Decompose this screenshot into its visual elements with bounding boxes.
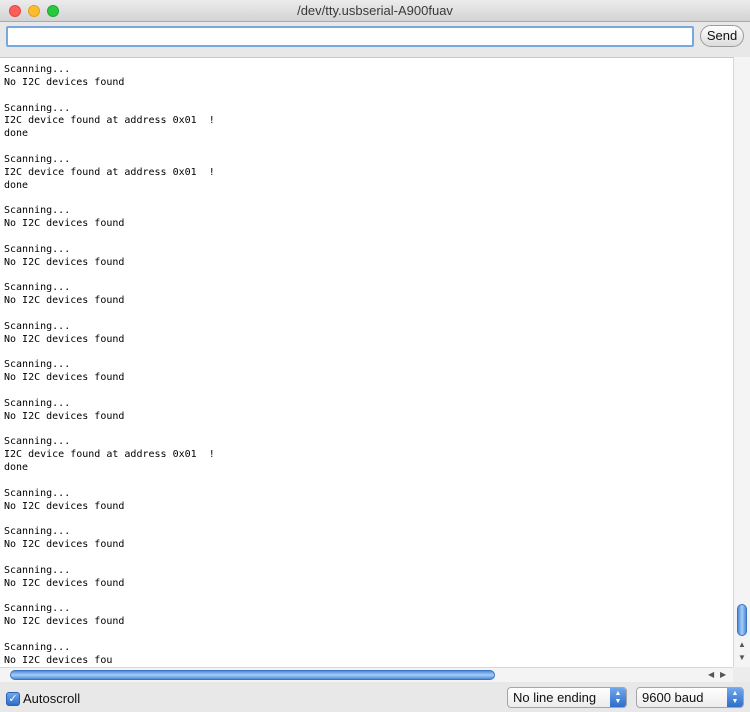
scrollbar-corner bbox=[733, 667, 750, 682]
line-ending-value: No line ending bbox=[513, 690, 597, 705]
serial-send-input[interactable] bbox=[6, 26, 694, 47]
updown-arrows-icon: ▲ ▼ bbox=[727, 688, 743, 707]
horizontal-scroll-thumb[interactable] bbox=[10, 670, 495, 680]
baud-rate-value: 9600 baud bbox=[642, 690, 704, 705]
window-title: /dev/tty.usbserial-A900fuav bbox=[297, 3, 453, 18]
serial-output: Scanning... No I2C devices found Scannin… bbox=[0, 57, 733, 667]
autoscroll-label: Autoscroll bbox=[23, 691, 81, 707]
line-ending-select[interactable]: No line ending ▲ ▼ bbox=[507, 687, 627, 708]
vertical-scrollbar[interactable]: ▲ ▼ bbox=[733, 57, 750, 667]
status-bar: ✓ Autoscroll No line ending ▲ ▼ 9600 baud … bbox=[0, 682, 750, 712]
scroll-left-arrow-icon[interactable]: ◀ bbox=[708, 670, 714, 680]
baud-rate-select[interactable]: 9600 baud ▲ ▼ bbox=[636, 687, 744, 708]
scroll-up-arrow-icon[interactable]: ▲ bbox=[738, 640, 746, 650]
updown-arrows-icon: ▲ ▼ bbox=[610, 688, 626, 707]
vertical-scroll-thumb[interactable] bbox=[737, 604, 747, 636]
horizontal-scrollbar[interactable]: ◀ ▶ bbox=[0, 667, 733, 682]
send-button[interactable]: Send bbox=[700, 25, 744, 47]
send-toolbar: Send bbox=[0, 22, 750, 52]
title-bar: /dev/tty.usbserial-A900fuav bbox=[0, 0, 750, 22]
checkmark-icon[interactable]: ✓ bbox=[6, 691, 20, 706]
scroll-down-arrow-icon[interactable]: ▼ bbox=[738, 653, 746, 663]
serial-output-text: Scanning... No I2C devices found Scannin… bbox=[4, 64, 215, 666]
scroll-right-arrow-icon[interactable]: ▶ bbox=[720, 670, 726, 680]
autoscroll-toggle[interactable]: ✓ Autoscroll bbox=[6, 690, 80, 708]
